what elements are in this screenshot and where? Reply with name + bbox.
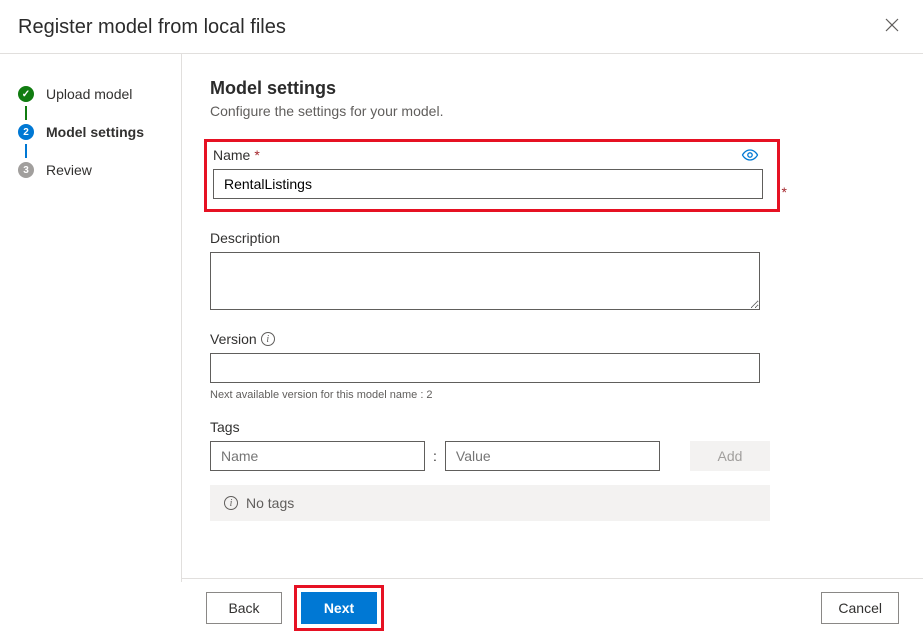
next-highlight: Next — [294, 585, 384, 631]
info-icon[interactable]: i — [261, 332, 275, 346]
check-icon: ✓ — [18, 86, 34, 102]
version-label: Version — [210, 331, 257, 347]
view-icon[interactable] — [741, 149, 759, 161]
page-heading: Model settings — [210, 78, 893, 99]
description-input[interactable] — [210, 252, 760, 310]
add-tag-button: Add — [690, 441, 770, 471]
required-asterisk: * — [782, 184, 787, 200]
name-label: Name — [213, 147, 250, 163]
tag-value-input[interactable] — [445, 441, 660, 471]
description-label: Description — [210, 230, 280, 246]
step-label: Upload model — [46, 86, 132, 102]
no-tags-banner: i No tags — [210, 485, 770, 521]
step-upload-model[interactable]: ✓ Upload model — [18, 82, 171, 106]
wizard-steps: ✓ Upload model 2 Model settings 3 Review — [0, 54, 182, 582]
back-button[interactable]: Back — [206, 592, 282, 624]
next-button[interactable]: Next — [301, 592, 377, 624]
step-label: Model settings — [46, 124, 144, 140]
close-icon — [885, 19, 899, 36]
step-connector — [25, 144, 27, 158]
name-input[interactable] — [213, 169, 763, 199]
tags-label: Tags — [210, 419, 240, 435]
info-icon: i — [224, 496, 238, 510]
required-asterisk: * — [254, 147, 259, 163]
close-button[interactable] — [879, 14, 905, 41]
step-number-icon: 3 — [18, 162, 34, 178]
step-connector — [25, 106, 27, 120]
step-label: Review — [46, 162, 92, 178]
tags-separator: : — [433, 448, 437, 464]
cancel-button[interactable]: Cancel — [821, 592, 899, 624]
step-number-icon: 2 — [18, 124, 34, 140]
version-input[interactable] — [210, 353, 760, 383]
step-model-settings[interactable]: 2 Model settings — [18, 120, 171, 144]
dialog-title: Register model from local files — [18, 16, 286, 39]
page-subtitle: Configure the settings for your model. — [210, 103, 893, 119]
step-review[interactable]: 3 Review — [18, 158, 171, 182]
no-tags-text: No tags — [246, 495, 294, 511]
version-helper: Next available version for this model na… — [210, 389, 893, 401]
tag-name-input[interactable] — [210, 441, 425, 471]
name-highlight: Name * * — [204, 139, 780, 212]
